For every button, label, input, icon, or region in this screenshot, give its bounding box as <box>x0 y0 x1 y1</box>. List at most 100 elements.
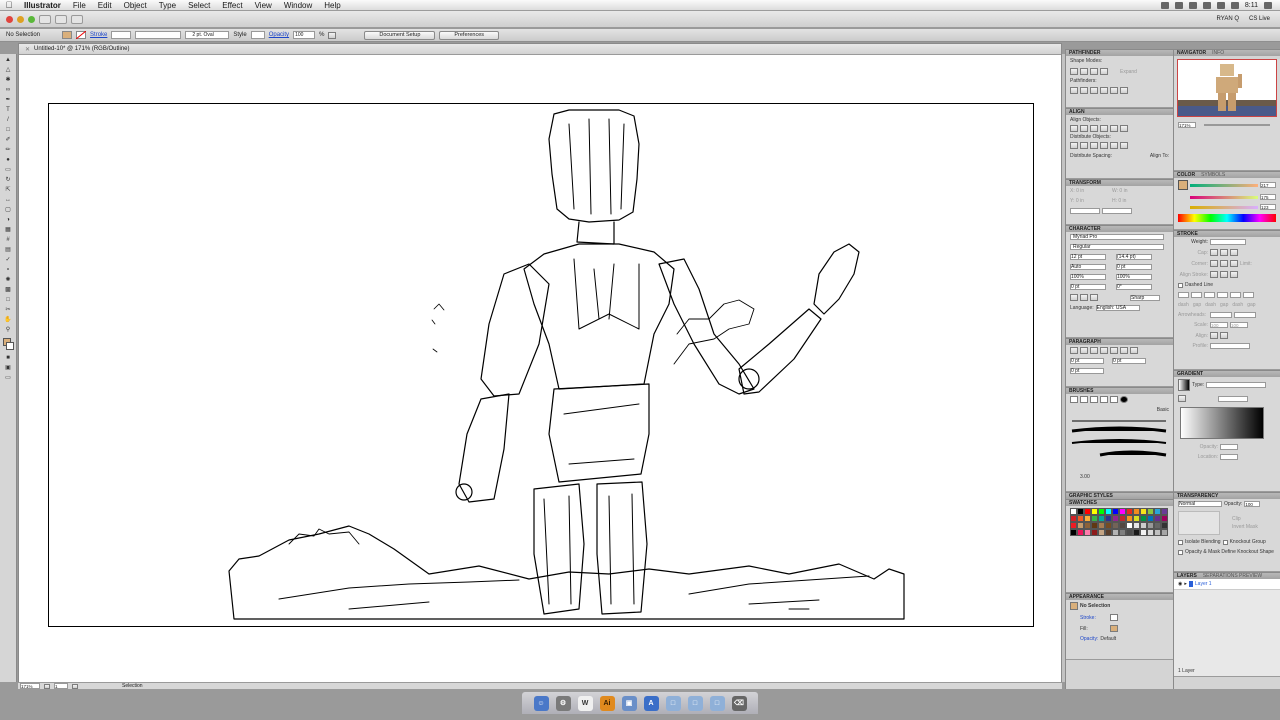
swatch-21[interactable] <box>1119 515 1126 522</box>
shape-builder-tool-icon[interactable]: ◑ <box>3 215 14 224</box>
unite-icon[interactable] <box>1070 68 1078 75</box>
swatch-7[interactable] <box>1119 508 1126 515</box>
arrowhead-end-field[interactable] <box>1234 312 1256 318</box>
swatch-15[interactable] <box>1077 515 1084 522</box>
stroke-link[interactable]: Stroke <box>90 32 107 38</box>
justify-all-icon[interactable] <box>1130 347 1138 354</box>
paragraph-panel-header[interactable]: PARAGRAPH <box>1066 338 1173 345</box>
swatch-49[interactable] <box>1119 529 1126 536</box>
transform-h[interactable]: H: 0 in <box>1112 198 1126 204</box>
width-tool-icon[interactable]: ↔ <box>3 195 14 204</box>
layer-row[interactable]: ◉ ▸ Layer 1 <box>1174 579 1280 590</box>
perspective-grid-tool-icon[interactable]: ▦ <box>3 225 14 234</box>
outline-icon[interactable] <box>1110 87 1118 94</box>
documents-folder-icon[interactable]: □ <box>709 695 725 711</box>
line-tool-icon[interactable]: / <box>3 115 14 124</box>
disclosure-triangle-icon[interactable]: ▸ <box>1184 581 1187 587</box>
menu-window[interactable]: Window <box>278 1 318 10</box>
color-fill-swatch[interactable] <box>1178 180 1188 190</box>
gradient-panel-header[interactable]: GRADIENT <box>1174 370 1280 377</box>
weight-field[interactable] <box>1210 239 1246 245</box>
brushes-panel-header[interactable]: BRUSHES <box>1066 387 1173 394</box>
justify-left-icon[interactable] <box>1100 347 1108 354</box>
stroke-weight-field[interactable] <box>111 31 132 39</box>
swatch-34[interactable] <box>1112 522 1119 529</box>
dashed-line-checkbox[interactable] <box>1178 282 1183 288</box>
zoom-window-icon[interactable] <box>28 15 35 23</box>
swatch-55[interactable] <box>1161 529 1168 536</box>
blob-brush-tool-icon[interactable]: ● <box>3 155 14 164</box>
round-join-icon[interactable] <box>1220 260 1228 267</box>
font-size-field[interactable]: 12 pt <box>1070 254 1106 260</box>
r-slider[interactable] <box>1190 183 1258 187</box>
transform-w[interactable]: W: 0 in <box>1112 188 1127 194</box>
swatch-47[interactable] <box>1105 529 1112 536</box>
clip-label[interactable]: Clip <box>1232 516 1258 522</box>
menu-select[interactable]: Select <box>182 1 216 10</box>
clock[interactable]: 8:11 <box>1245 2 1258 9</box>
swatch-41[interactable] <box>1161 522 1168 529</box>
timemachine-icon[interactable] <box>1188 1 1197 9</box>
swatch-10[interactable] <box>1140 508 1147 515</box>
column-graph-tool-icon[interactable]: ▩ <box>3 285 14 294</box>
align-left-icon[interactable] <box>1070 125 1078 132</box>
gradient-angle-field[interactable] <box>1218 395 1248 402</box>
document-tab[interactable]: ✕ Untitled-10* @ 171% (RGB/Outline) <box>19 44 1061 55</box>
preferences-button[interactable]: Preferences <box>439 30 500 40</box>
spotlight-icon[interactable] <box>1264 1 1272 9</box>
justify-right-icon[interactable] <box>1120 347 1128 354</box>
swatch-27[interactable] <box>1161 515 1168 522</box>
hand-tool-icon[interactable]: ✋ <box>3 315 14 324</box>
indent-left-field[interactable]: 0 pt <box>1070 358 1104 364</box>
user-menu[interactable]: RYAN Q <box>1217 16 1239 22</box>
align-vcenter-icon[interactable] <box>1110 125 1118 132</box>
dist-hcenter-icon[interactable] <box>1110 142 1118 149</box>
swatch-33[interactable] <box>1105 522 1112 529</box>
arrange-documents-button[interactable] <box>55 14 67 24</box>
gradient-tool-icon[interactable]: ▤ <box>3 245 14 254</box>
blend-tool-icon[interactable]: ∘ <box>3 265 14 274</box>
arrow-extend-icon[interactable] <box>1210 332 1218 339</box>
wifi-icon[interactable] <box>1216 1 1225 9</box>
mesh-tool-icon[interactable]: # <box>3 235 14 244</box>
cs-live-button[interactable]: CS Live <box>1249 16 1270 22</box>
selection-tool-icon[interactable]: ▲ <box>3 55 14 64</box>
swatch-23[interactable] <box>1133 515 1140 522</box>
navigator-zoom-slider[interactable] <box>1204 124 1270 126</box>
swatch-8[interactable] <box>1126 508 1133 515</box>
trans-opacity-field[interactable]: 100 <box>1244 501 1261 507</box>
navigator-panel-header[interactable]: NAVIGATOR INFO <box>1174 49 1280 56</box>
color-mode-icon[interactable]: ■ <box>3 353 14 362</box>
pathfinder-panel-header[interactable]: PATHFINDER <box>1066 49 1173 56</box>
swatch-5[interactable] <box>1105 508 1112 515</box>
info-tab[interactable]: INFO <box>1212 50 1224 56</box>
downloads-folder-icon[interactable]: □ <box>687 695 703 711</box>
swatch-45[interactable] <box>1091 529 1098 536</box>
gradient-slider[interactable] <box>1180 407 1264 439</box>
swatch-40[interactable] <box>1154 522 1161 529</box>
pen-tool-icon[interactable]: ✒ <box>3 95 14 104</box>
character-panel-header[interactable]: CHARACTER <box>1066 225 1173 232</box>
swatch-53[interactable] <box>1147 529 1154 536</box>
trash-icon[interactable]: ⌫ <box>731 695 747 711</box>
swatch-32[interactable] <box>1098 522 1105 529</box>
swatch-4[interactable] <box>1098 508 1105 515</box>
app-store-icon[interactable]: A <box>643 695 659 711</box>
fill-swatch[interactable] <box>62 31 73 39</box>
swatch-3[interactable] <box>1091 508 1098 515</box>
gradient-reverse-icon[interactable] <box>1178 395 1186 402</box>
isolate-blending-checkbox[interactable] <box>1178 539 1183 545</box>
swatch-11[interactable] <box>1147 508 1154 515</box>
swatch-17[interactable] <box>1091 515 1098 522</box>
swatch-28[interactable] <box>1070 522 1077 529</box>
swatch-grid[interactable] <box>1066 506 1173 538</box>
gap-1-field[interactable] <box>1191 292 1202 298</box>
swatch-26[interactable] <box>1154 515 1161 522</box>
align-inside-stroke-icon[interactable] <box>1220 271 1228 278</box>
transparency-panel-header[interactable]: TRANSPARENCY <box>1174 492 1280 499</box>
justify-center-icon[interactable] <box>1110 347 1118 354</box>
swatch-39[interactable] <box>1147 522 1154 529</box>
draw-mode-icon[interactable]: ▣ <box>3 363 14 372</box>
leading-field[interactable]: (14.4 pt) <box>1116 254 1152 260</box>
baseline-shift-field[interactable]: 0 pt <box>1070 284 1106 290</box>
